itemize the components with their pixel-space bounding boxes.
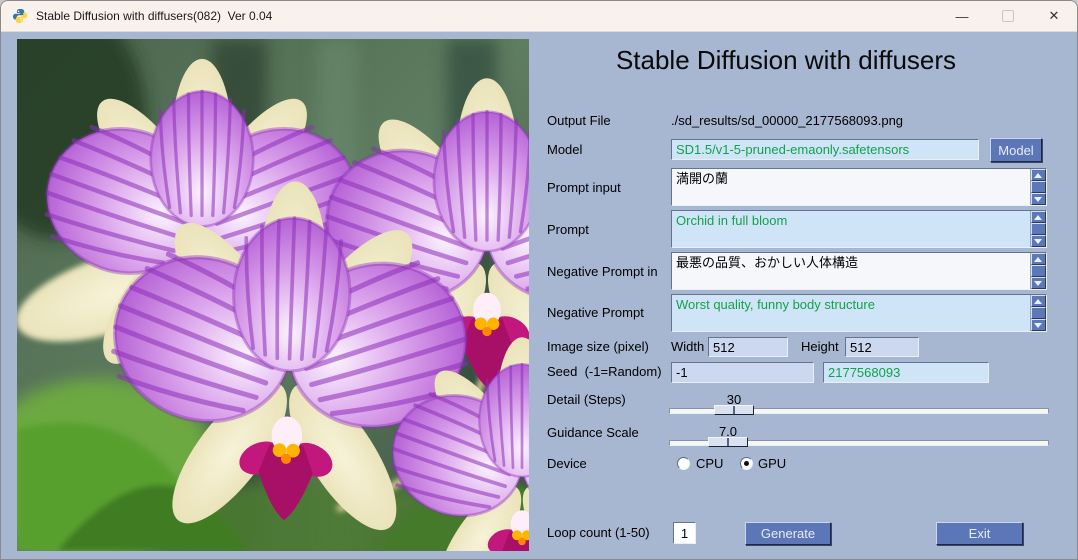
generated-image-preview [17,39,529,551]
prompt-input-field[interactable]: 満開の蘭 [671,168,1047,206]
scroll-down-icon[interactable] [1031,235,1046,247]
scroll-up-icon[interactable] [1031,169,1046,181]
steps-slider-handle[interactable] [714,405,754,415]
prompt-input-label: Prompt input [547,180,621,195]
steps-label: Detail (Steps) [547,392,626,407]
model-label: Model [547,142,582,157]
scroll-down-icon[interactable] [1031,193,1046,205]
minimize-button[interactable]: — [939,1,985,31]
python-icon [12,8,28,24]
maximize-icon [1002,10,1014,22]
scroll-up-icon[interactable] [1031,295,1046,307]
app-window: Stable Diffusion with diffusers(082) Ver… [0,0,1078,560]
scroll-up-icon[interactable] [1031,211,1046,223]
close-button[interactable]: ✕ [1031,1,1077,31]
radio-gpu-label: GPU [758,456,786,471]
steps-slider[interactable]: 30 [669,392,1049,416]
width-label: Width [671,339,704,354]
negative-prompt-scrollbar[interactable] [1030,295,1046,331]
scroll-up-icon[interactable] [1031,253,1046,265]
height-input[interactable] [845,337,919,357]
generated-seed-value: 2177568093 [823,362,989,383]
loop-count-input[interactable] [673,522,696,544]
scrollbar-thumb[interactable] [1031,181,1046,194]
scrollbar-thumb[interactable] [1031,223,1046,236]
negative-prompt-field[interactable]: Worst quality, funny body structure [671,294,1047,332]
prompt-input-text[interactable]: 満開の蘭 [672,169,1030,205]
loop-count-label: Loop count (1-50) [547,525,650,540]
exit-button[interactable]: Exit [936,522,1023,545]
radio-gpu[interactable] [740,457,753,470]
model-button[interactable]: Model [990,138,1042,162]
prompt-field[interactable]: Orchid in full bloom [671,210,1047,248]
guidance-slider-handle[interactable] [708,437,748,447]
scrollbar-thumb[interactable] [1031,265,1046,278]
negative-prompt-label: Negative Prompt [547,305,644,320]
seed-input[interactable] [671,362,814,383]
negative-prompt-text[interactable]: Worst quality, funny body structure [672,295,1030,331]
radio-cpu[interactable] [677,457,690,470]
width-input[interactable] [708,337,788,357]
output-file-label: Output File [547,113,611,128]
guidance-scale-label: Guidance Scale [547,425,639,440]
generate-button[interactable]: Generate [745,522,831,545]
prompt-scrollbar[interactable] [1030,211,1046,247]
window-title: Stable Diffusion with diffusers(082) Ver… [36,9,272,23]
negative-prompt-input-text[interactable]: 最悪の品質、おかしい人体構造 [672,253,1030,289]
negative-prompt-input-label: Negative Prompt in [547,264,658,279]
scroll-down-icon[interactable] [1031,277,1046,289]
radio-cpu-label: CPU [696,456,723,471]
prompt-label: Prompt [547,222,589,237]
device-label: Device [547,456,587,471]
scroll-down-icon[interactable] [1031,319,1046,331]
height-label: Height [801,339,839,354]
negative-prompt-input-field[interactable]: 最悪の品質、おかしい人体構造 [671,252,1047,290]
page-title: Stable Diffusion with diffusers [546,45,1026,76]
negative-prompt-input-scrollbar[interactable] [1030,253,1046,289]
maximize-button [985,1,1031,31]
titlebar: Stable Diffusion with diffusers(082) Ver… [1,1,1077,32]
output-file-value: ./sd_results/sd_00000_2177568093.png [671,113,903,128]
seed-label: Seed (-1=Random) [547,364,662,379]
scrollbar-thumb[interactable] [1031,307,1046,320]
orchid-image [17,39,529,551]
image-size-label: Image size (pixel) [547,339,649,354]
guidance-slider[interactable]: 7.0 [669,424,1049,448]
prompt-input-scrollbar[interactable] [1030,169,1046,205]
prompt-text[interactable]: Orchid in full bloom [672,211,1030,247]
model-field[interactable]: SD1.5/v1-5-pruned-emaonly.safetensors [671,139,979,160]
window-controls: — ✕ [939,1,1077,31]
